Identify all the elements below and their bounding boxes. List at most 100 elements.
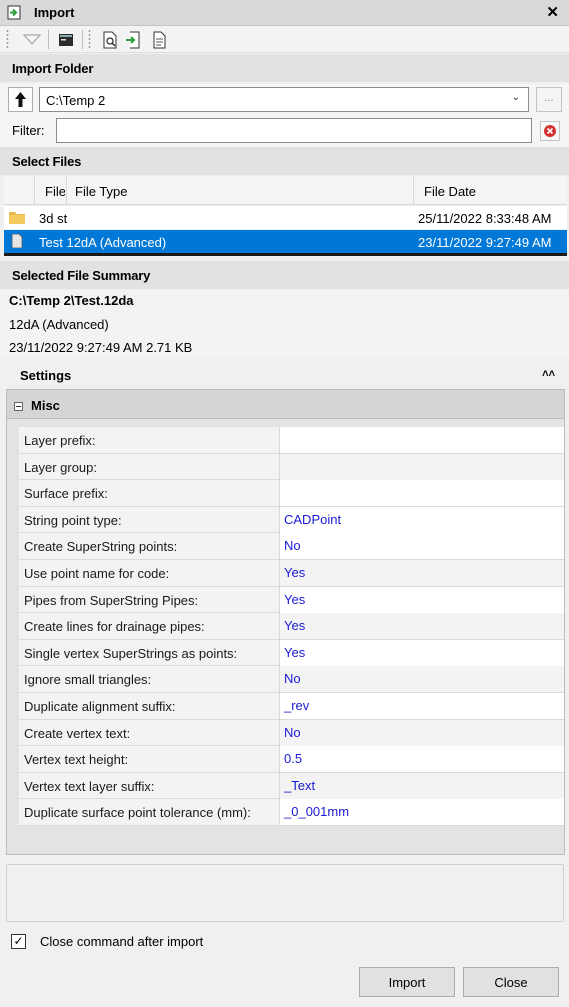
window-title: Import <box>34 5 75 20</box>
folder-path-value: C:\Temp 2 <box>46 93 106 108</box>
filter-input[interactable] <box>56 118 532 143</box>
close-button[interactable]: Close <box>463 967 559 997</box>
property-name: Layer prefix: <box>24 433 96 448</box>
column-header-file-date[interactable]: File Date <box>424 184 476 199</box>
file-name: Test <box>39 235 63 250</box>
property-row[interactable]: Use point name for code: Yes <box>19 560 564 587</box>
property-name: Duplicate surface point tolerance (mm): <box>24 805 251 821</box>
title-bar: Import ✕ <box>0 0 569 26</box>
property-value[interactable]: CADPoint <box>279 506 564 533</box>
property-value[interactable]: Yes <box>279 560 564 586</box>
property-name: Pipes from SuperString Pipes: <box>24 592 199 608</box>
column-divider[interactable] <box>34 176 35 205</box>
property-row[interactable]: Ignore small triangles: No <box>19 666 564 693</box>
property-description-panel <box>6 864 564 922</box>
file-date: 23/11/2022 9:27:49 AM <box>418 235 552 250</box>
property-row[interactable]: Vertex text layer suffix: _Text <box>19 772 564 800</box>
property-value[interactable]: Yes <box>279 639 564 666</box>
summary-type: 12dA (Advanced) <box>9 317 109 332</box>
file-name: 3d st <box>39 211 68 226</box>
property-row[interactable]: Single vertex SuperStrings as points: Yes <box>19 639 564 667</box>
file-row-selected[interactable]: Test 12dA (Advanced) 23/11/2022 9:27:49 … <box>4 230 567 256</box>
file-icon <box>11 234 23 248</box>
import-app-icon <box>7 5 21 20</box>
up-arrow-icon <box>15 92 26 107</box>
property-grid: Misc Layer prefix: Layer group: Surface pr… <box>6 389 565 855</box>
property-row[interactable]: Layer group: <box>19 453 564 481</box>
preview-icon[interactable] <box>100 30 120 50</box>
file-row-folder[interactable]: 3d st 25/11/2022 8:33:48 AM <box>4 206 567 229</box>
file-date: 25/11/2022 8:33:48 AM <box>418 211 552 226</box>
property-value[interactable]: _Text <box>279 772 564 799</box>
folder-path-combo[interactable]: C:\Temp 2 ⌄ <box>39 87 529 112</box>
summary-panel: C:\Temp 2\Test.12da 12dA (Advanced) 23/1… <box>0 290 569 358</box>
chevron-down-icon[interactable]: ⌄ <box>512 92 520 103</box>
close-window-icon[interactable]: ✕ <box>546 3 559 21</box>
import-button[interactable]: Import <box>359 967 455 997</box>
property-name: Layer group: <box>24 459 97 475</box>
property-row[interactable]: Surface prefix: <box>19 480 564 507</box>
property-value[interactable] <box>279 427 564 453</box>
files-table-header: File File Type File Date <box>4 176 567 205</box>
property-row[interactable]: Vertex text height: 0.5 <box>19 746 564 773</box>
file-type: 12dA (Advanced) <box>66 235 167 250</box>
property-value[interactable]: No <box>279 666 564 693</box>
collapse-up-icon[interactable]: ˄˄ <box>542 368 555 380</box>
property-name: Duplicate alignment suffix: <box>24 699 176 714</box>
close-after-import-checkbox[interactable]: ✓ <box>11 934 26 949</box>
property-value[interactable]: _rev <box>279 693 564 719</box>
property-name: Vertex text height: <box>24 752 129 768</box>
property-row[interactable]: Create SuperString points: No <box>19 533 564 560</box>
browse-button[interactable]: ... <box>536 87 562 112</box>
property-name: Ignore small triangles: <box>24 672 152 688</box>
document-icon[interactable] <box>150 30 170 50</box>
toolbar-grip[interactable] <box>6 29 9 50</box>
property-row[interactable]: Create lines for drainage pipes: Yes <box>19 613 564 640</box>
summary-info: 23/11/2022 9:27:49 AM 2.71 KB <box>9 340 193 355</box>
toolbar-separator <box>82 30 83 49</box>
property-value[interactable] <box>279 480 564 507</box>
property-value[interactable] <box>279 453 564 480</box>
column-divider[interactable] <box>413 176 414 205</box>
summary-path: C:\Temp 2\Test.12da <box>9 293 134 308</box>
misc-category[interactable]: Misc <box>7 390 564 419</box>
property-row[interactable]: Layer prefix: <box>19 427 564 454</box>
import-folder-heading: Import Folder <box>0 54 569 82</box>
property-row[interactable]: Create vertex text: No <box>19 719 564 747</box>
property-value[interactable]: 0.5 <box>279 746 564 773</box>
toolbar-grip[interactable] <box>88 29 91 50</box>
property-value[interactable]: Yes <box>279 613 564 640</box>
filter-icon[interactable] <box>22 30 42 50</box>
misc-category-label: Misc <box>31 398 60 413</box>
property-name: Vertex text layer suffix: <box>24 778 155 794</box>
property-value[interactable]: Yes <box>279 586 564 613</box>
settings-heading[interactable]: Settings ˄˄ <box>6 362 563 389</box>
property-row[interactable]: Pipes from SuperString Pipes: Yes <box>19 586 564 614</box>
property-name: Surface prefix: <box>24 486 108 502</box>
property-row[interactable]: Duplicate alignment suffix: _rev <box>19 693 564 720</box>
property-row[interactable]: Duplicate surface point tolerance (mm): _… <box>19 799 564 826</box>
settings-title: Settings <box>20 368 72 383</box>
column-header-file-type[interactable]: File Type <box>75 184 128 199</box>
clear-filter-icon[interactable] <box>540 121 560 141</box>
property-value[interactable]: _0_001mm <box>279 799 564 826</box>
console-icon[interactable] <box>56 30 76 50</box>
property-name: Create SuperString points: <box>24 539 178 555</box>
filter-label: Filter: <box>12 123 45 138</box>
property-value[interactable]: No <box>279 719 564 746</box>
column-header-file[interactable]: File <box>45 184 65 199</box>
parent-folder-button[interactable] <box>8 87 33 112</box>
property-name: Create vertex text: <box>24 725 131 741</box>
toolbar <box>0 26 569 53</box>
property-name: Create lines for drainage pipes: <box>24 619 205 635</box>
folder-row: C:\Temp 2 ⌄ ... <box>0 84 569 115</box>
file-name-and-type: Test 12dA (Advanced) <box>39 235 166 250</box>
property-name: Use point name for code: <box>24 566 170 581</box>
collapse-minus-icon[interactable] <box>14 402 23 411</box>
property-value[interactable]: No <box>279 533 564 560</box>
property-name: String point type: <box>24 512 122 528</box>
property-row[interactable]: String point type: CADPoint <box>19 506 564 534</box>
import-icon[interactable] <box>124 30 144 50</box>
close-after-import-label: Close command after import <box>40 934 204 949</box>
column-divider[interactable] <box>66 176 67 205</box>
